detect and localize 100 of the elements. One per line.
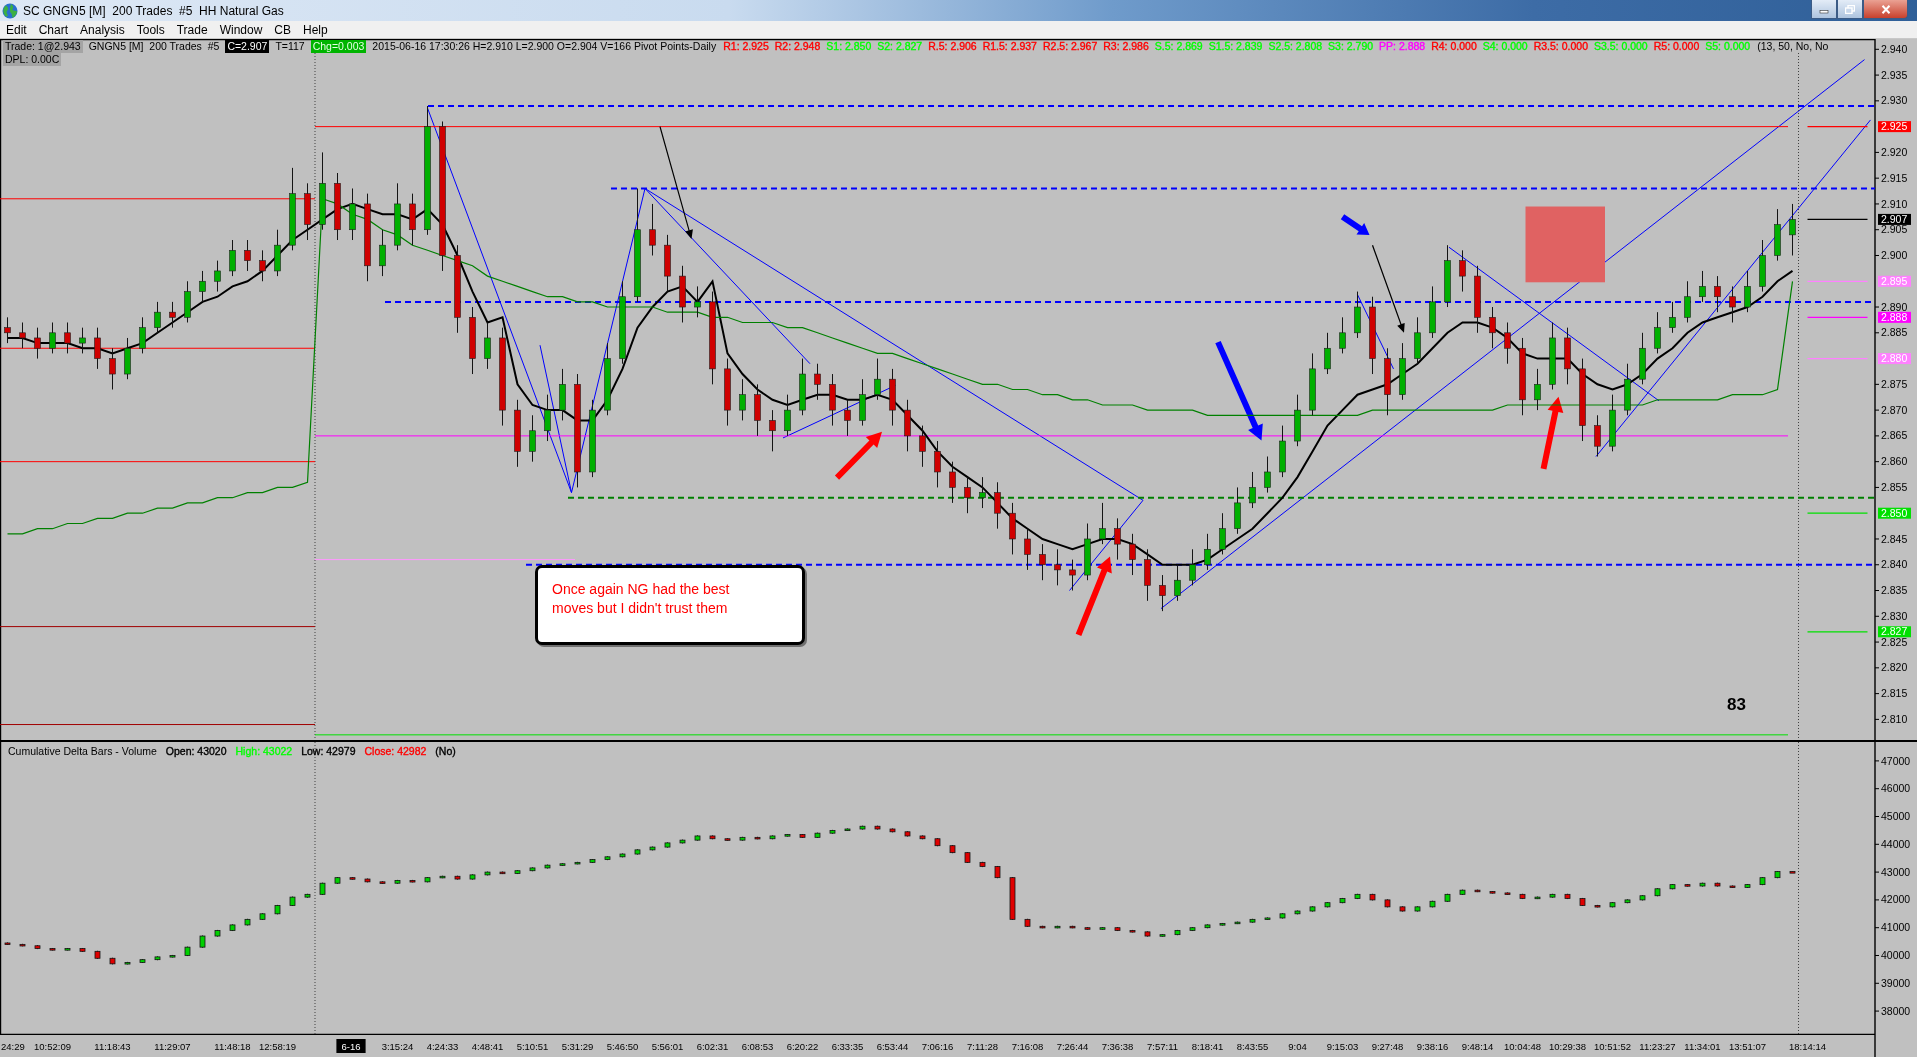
quote-readout: Chg=0.003 bbox=[310, 40, 367, 53]
time-axis-label: 6:53:44 bbox=[876, 1041, 909, 1052]
time-axis-label: 4:48:41 bbox=[471, 1041, 504, 1052]
time-axis-label: 4:24:33 bbox=[426, 1041, 459, 1052]
volume-axis-label: 38000 bbox=[1881, 1004, 1911, 1017]
price-tag: 2.907 bbox=[1878, 213, 1911, 225]
time-axis-label: 9:27:48 bbox=[1371, 1041, 1404, 1052]
price-axis-label: 2.830 bbox=[1881, 609, 1908, 622]
quote-readout: DPL: 0.00C bbox=[3, 53, 62, 66]
chart-annotation: 83 bbox=[1727, 695, 1746, 715]
date-marker: 6-16 bbox=[336, 1039, 366, 1053]
quote-readout: GNGN5 [M] 200 Trades #5 bbox=[87, 40, 221, 53]
price-axis-label: 2.875 bbox=[1881, 377, 1908, 390]
volume-axis-label: 47000 bbox=[1881, 754, 1911, 767]
pivot-level: S2.5: 2.808 bbox=[1267, 40, 1324, 53]
pivot-level: S1.5: 2.839 bbox=[1207, 40, 1264, 53]
quote-readout: Trade: 1@2.943 bbox=[3, 40, 83, 53]
pivot-level: S5: 0.000 bbox=[1704, 40, 1752, 53]
time-axis-label: 7:36:38 bbox=[1101, 1041, 1134, 1052]
price-axis-label: 2.810 bbox=[1881, 713, 1908, 725]
time-axis-label: 3:15:24 bbox=[381, 1041, 414, 1052]
pivot-level: S2: 2.827 bbox=[876, 40, 924, 53]
time-axis-label: 5:56:01 bbox=[651, 1041, 684, 1052]
pivot-level: R.5: 2.906 bbox=[927, 40, 978, 53]
time-axis-label: 7:11:28 bbox=[967, 1041, 998, 1052]
price-axis-label: 2.865 bbox=[1881, 429, 1908, 442]
quote-readout: (No) bbox=[435, 745, 456, 758]
price-tag: 2.827 bbox=[1878, 625, 1911, 638]
time-axis-label: 7:57:11 bbox=[1147, 1041, 1178, 1052]
price-axis-label: 2.825 bbox=[1881, 635, 1908, 648]
time-axis-label: 12:58:19 bbox=[259, 1041, 296, 1052]
price-axis-label: 2.915 bbox=[1881, 171, 1908, 184]
quote-readout: Close: 42982 bbox=[364, 745, 427, 758]
price-axis-label: 2.910 bbox=[1881, 197, 1908, 210]
time-axis-label: 6:20:22 bbox=[786, 1041, 819, 1052]
volume-axis-label: 40000 bbox=[1881, 949, 1911, 962]
pivot-level: R2.5: 2.967 bbox=[1041, 40, 1099, 53]
chart-title: Cumulative Delta Bars - Volume bbox=[8, 745, 157, 758]
volume-axis-label: 45000 bbox=[1881, 810, 1911, 823]
time-axis-label: 7:26:44 bbox=[1056, 1041, 1089, 1052]
time-axis-label: 9:38:16 bbox=[1416, 1041, 1449, 1052]
quote-readout: T=117 bbox=[274, 40, 306, 53]
price-tag: 2.925 bbox=[1878, 120, 1911, 133]
time-axis-label: 8:43:55 bbox=[1236, 1041, 1269, 1052]
price-axis-label: 2.890 bbox=[1881, 300, 1908, 313]
study-inputs: (13, 50, No, No bbox=[1755, 40, 1831, 53]
price-axis-label: 2.870 bbox=[1881, 403, 1908, 416]
pivot-level: R1: 2.925 bbox=[722, 40, 770, 53]
pivot-level: R3: 2.986 bbox=[1102, 40, 1150, 53]
price-tag: 2.888 bbox=[1878, 310, 1911, 323]
price-axis-label: 2.820 bbox=[1881, 661, 1908, 674]
time-axis-label: 10:52:09 bbox=[34, 1041, 71, 1052]
time-axis-label: 5:10:51 bbox=[516, 1041, 549, 1052]
volume-axis-label: 41000 bbox=[1881, 921, 1911, 934]
price-axis-label: 2.855 bbox=[1881, 481, 1908, 494]
volume-axis-label: 39000 bbox=[1881, 976, 1911, 989]
time-axis-label: 11:23:27 bbox=[1639, 1041, 1676, 1052]
time-axis-label: 11:48:18 bbox=[214, 1041, 251, 1052]
pivot-level: PP: 2.888 bbox=[1378, 40, 1427, 53]
price-axis-label: 2.900 bbox=[1881, 249, 1908, 262]
price-tag: 2.895 bbox=[1878, 274, 1911, 287]
pivot-level: S3: 2.790 bbox=[1327, 40, 1375, 53]
pivot-level: R1.5: 2.937 bbox=[981, 40, 1038, 53]
pivot-level: S3.5: 0.000 bbox=[1593, 40, 1649, 53]
time-axis-label: 8:18:41 bbox=[1191, 1041, 1224, 1052]
quote-readout: 2015-06-16 17:30:26 H=2.910 L=2.900 O=2.904 V=166 Pivot Points-Daily bbox=[371, 40, 718, 53]
price-axis-label: 2.840 bbox=[1881, 558, 1908, 571]
time-axis-label: 11:34:01 bbox=[1684, 1041, 1721, 1052]
price-axis-label: 2.935 bbox=[1881, 68, 1908, 81]
time-axis-label: 7:16:08 bbox=[1011, 1041, 1044, 1052]
quote-readout: Open: 43020 bbox=[165, 745, 227, 758]
quote-readout: High: 43022 bbox=[235, 745, 293, 758]
time-axis-label: 10:29:38 bbox=[1549, 1041, 1586, 1052]
time-axis-label: 11:18:43 bbox=[94, 1041, 131, 1052]
volume-axis-label: 43000 bbox=[1881, 865, 1911, 878]
price-tag: 2.880 bbox=[1878, 352, 1911, 365]
price-axis-label: 2.845 bbox=[1881, 532, 1908, 545]
volume-axis-label: 46000 bbox=[1881, 782, 1911, 795]
time-axis-label: 24:29 bbox=[1, 1041, 25, 1052]
time-axis-label: 5:46:50 bbox=[606, 1041, 639, 1052]
time-axis-label: 6:08:53 bbox=[741, 1041, 774, 1052]
time-axis-label: 18:14:14 bbox=[1789, 1041, 1826, 1052]
pivot-level: R5: 0.000 bbox=[1652, 40, 1701, 53]
pivot-level: R4: 0.000 bbox=[1430, 40, 1478, 53]
pivot-level: R2: 2.948 bbox=[773, 40, 822, 53]
price-axis-label: 2.930 bbox=[1881, 94, 1908, 107]
quote-readout: Low: 42979 bbox=[301, 745, 356, 758]
pivot-level: S4: 0.000 bbox=[1481, 40, 1529, 53]
price-axis-label: 2.860 bbox=[1881, 455, 1908, 468]
pivot-level: R3.5: 0.000 bbox=[1532, 40, 1589, 53]
price-axis-label: 2.835 bbox=[1881, 584, 1908, 597]
price-axis-label: 2.920 bbox=[1881, 146, 1908, 158]
time-axis-label: 9:48:14 bbox=[1461, 1041, 1494, 1052]
callout-text: Once again NG had the best moves but I didn't trust them bbox=[552, 580, 731, 618]
time-axis-label: 6:02:31 bbox=[696, 1041, 729, 1052]
price-axis-label: 2.940 bbox=[1881, 42, 1908, 55]
time-axis-label: 7:06:16 bbox=[921, 1041, 954, 1052]
price-axis-label: 2.885 bbox=[1881, 326, 1908, 339]
volume-axis-label: 42000 bbox=[1881, 893, 1911, 906]
window-title: SC GNGN5 [M] 200 Trades #5 HH Natural Gas bbox=[23, 3, 284, 18]
